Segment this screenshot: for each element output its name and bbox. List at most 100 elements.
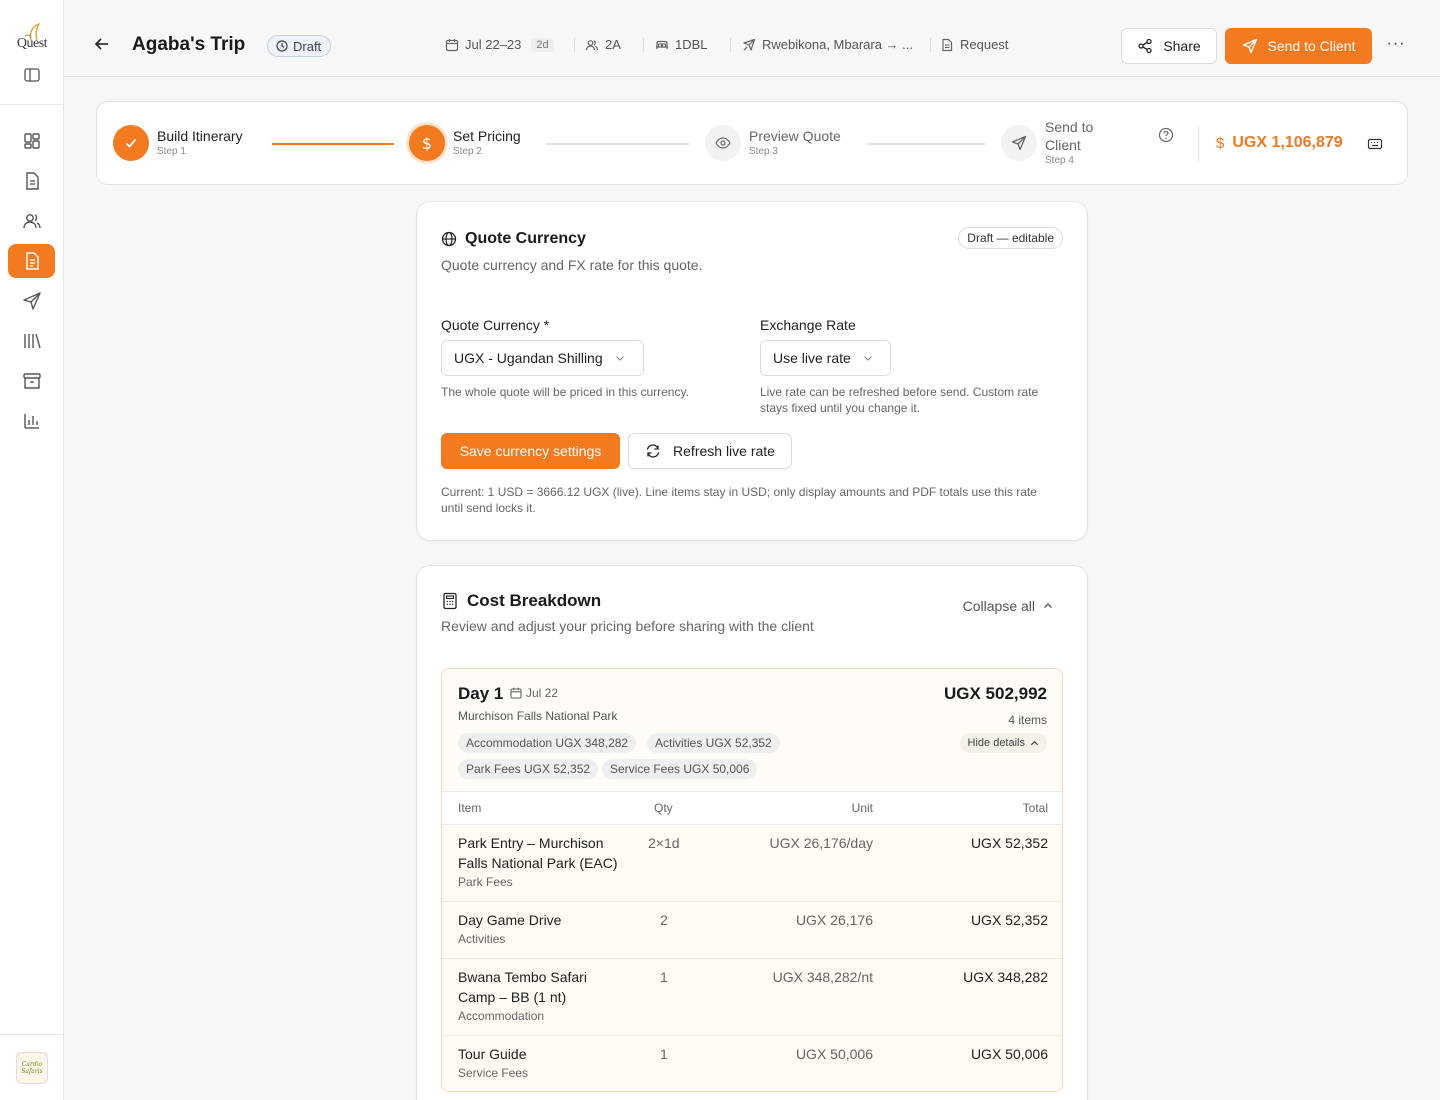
- day-location: Murchison Falls National Park: [458, 709, 618, 723]
- hide-details-button[interactable]: Hide details: [959, 733, 1047, 753]
- chevron-down-icon: [863, 356, 872, 361]
- step-1-sub: Step 1: [157, 146, 186, 157]
- quote-total: $ UGX 1,106,879: [1216, 134, 1343, 152]
- nav-quotes[interactable]: [8, 244, 55, 278]
- hide-details-label: Hide details: [967, 737, 1025, 749]
- nav-dashboard[interactable]: [8, 124, 55, 158]
- route-text: Rwebikona, Mbarara → ...: [762, 37, 914, 52]
- day-item-count: 4 items: [1008, 713, 1047, 727]
- meta-divider: [574, 38, 575, 52]
- table-row[interactable]: Bwana Tembo Safari Camp – BB (1 nt) Acco…: [442, 958, 1062, 1035]
- page-title: Agaba's Trip: [132, 34, 246, 55]
- breakdown-card-subtitle: Review and adjust your pricing before sh…: [441, 618, 814, 634]
- exchange-rate-value: Use live rate: [773, 350, 851, 366]
- status-badge: Draft: [267, 35, 332, 57]
- share-label: Share: [1163, 38, 1201, 54]
- table-row[interactable]: Tour Guide Service Fees 1 UGX 50,006 UGX…: [442, 1035, 1062, 1091]
- save-currency-button[interactable]: Save currency settings: [441, 433, 620, 469]
- quote-currency-select[interactable]: UGX - Ugandan Shilling: [441, 340, 644, 376]
- editable-badge: Draft — editable: [958, 227, 1063, 249]
- column-qty: Qty: [654, 801, 673, 815]
- duration-pill: 2d: [531, 37, 554, 52]
- quote-currency-label: Quote Currency *: [441, 317, 550, 333]
- share-icon: [1138, 38, 1152, 54]
- nav-library[interactable]: [8, 324, 55, 358]
- org-avatar[interactable]: Cardio Safaris: [16, 1052, 48, 1084]
- nav-archive[interactable]: [8, 364, 55, 398]
- quote-currency-help: The whole quote will be priced in this c…: [441, 385, 689, 399]
- table-header: Item Qty Unit Total: [442, 791, 1062, 824]
- item-unit-price: UGX 26,176/day: [769, 835, 873, 851]
- step-4-label[interactable]: Send to: [1045, 119, 1093, 135]
- step-2-circle[interactable]: $: [409, 125, 445, 161]
- keyboard-icon[interactable]: [1367, 136, 1383, 152]
- nav-send[interactable]: [8, 284, 55, 318]
- table-row[interactable]: Park Entry – Murchison Falls National Pa…: [442, 824, 1062, 901]
- check-icon: [125, 138, 137, 148]
- table-row[interactable]: Day Game Drive Activities 2 UGX 26,176 U…: [442, 901, 1062, 958]
- nav-documents[interactable]: [8, 164, 55, 198]
- step-connector: [272, 143, 394, 145]
- more-options-button[interactable]: ···: [1386, 36, 1406, 56]
- rooms-text: 1DBL: [675, 37, 708, 52]
- sidebar-divider: [0, 104, 64, 105]
- send-icon: [1242, 38, 1257, 54]
- travellers-text: 2A: [605, 37, 621, 52]
- fx-note-2: until send locks it.: [441, 501, 536, 515]
- exchange-rate-help-1: Live rate can be refreshed before send. …: [760, 385, 1039, 399]
- step-4-circle[interactable]: [1001, 125, 1037, 161]
- category-chip: Park Fees UGX 52,352: [458, 759, 599, 779]
- request-text: Request: [960, 37, 1009, 52]
- route: Rwebikona, Mbarara → ...: [742, 37, 913, 52]
- item-qty: 1: [660, 969, 668, 985]
- request-link[interactable]: Request: [940, 37, 1008, 52]
- step-1-label[interactable]: Build Itinerary: [157, 128, 243, 144]
- refresh-rate-button[interactable]: Refresh live rate: [628, 433, 792, 469]
- item-unit-price: UGX 26,176: [795, 912, 873, 928]
- sidebar-toggle-icon[interactable]: [24, 68, 40, 82]
- trip-dates: Jul 22–23 2d: [445, 37, 554, 52]
- dates-text: Jul 22–23: [465, 37, 522, 52]
- exchange-rate-label: Exchange Rate: [760, 317, 856, 333]
- send-to-client-button[interactable]: Send to Client: [1225, 28, 1372, 64]
- exchange-rate-select[interactable]: Use live rate: [760, 340, 891, 376]
- item-name: Tour Guide: [458, 1046, 527, 1062]
- share-button[interactable]: Share: [1121, 28, 1217, 64]
- column-unit: Unit: [851, 801, 873, 815]
- step-3-label[interactable]: Preview Quote: [749, 128, 841, 144]
- exchange-rate-help-2: stays fixed until you change it.: [760, 401, 921, 415]
- meta-divider: [730, 38, 731, 52]
- step-3-circle[interactable]: [705, 125, 741, 161]
- day-date-text: Jul 22: [526, 686, 559, 700]
- item-total: UGX 348,282: [963, 969, 1048, 985]
- collapse-all-button[interactable]: Collapse all: [963, 598, 1053, 614]
- step-2-label[interactable]: Set Pricing: [453, 128, 521, 144]
- category-chip: Service Fees UGX 50,006: [602, 759, 758, 779]
- nav-reports[interactable]: [8, 404, 55, 438]
- dollar-icon: $: [421, 133, 433, 153]
- logo-text: Quest: [16, 36, 48, 51]
- quest-logo[interactable]: Quest: [11, 22, 53, 54]
- category-chip: Activities UGX 52,352: [647, 733, 780, 753]
- nav-clients[interactable]: [8, 204, 55, 238]
- sidebar: Quest Cardio Safaris: [0, 0, 64, 1100]
- chevron-up-icon: [1044, 603, 1052, 608]
- column-item: Item: [458, 801, 482, 815]
- back-arrow-icon[interactable]: [94, 36, 110, 52]
- day-title: Day 1: [458, 684, 504, 703]
- refresh-icon: [646, 444, 660, 458]
- step-1-circle[interactable]: [113, 125, 149, 161]
- eye-icon: [715, 137, 731, 149]
- quote-currency-value: UGX - Ugandan Shilling: [454, 350, 603, 366]
- item-category: Park Fees: [458, 875, 513, 889]
- column-total: Total: [1022, 801, 1048, 815]
- step-4-label-2[interactable]: Client: [1045, 137, 1081, 153]
- step-2-sub: Step 2: [453, 146, 482, 157]
- meta-divider: [643, 38, 644, 52]
- clock-icon: [276, 40, 288, 52]
- chevron-up-icon: [1030, 740, 1039, 745]
- item-name-cont: Falls National Park (EAC): [458, 855, 618, 871]
- item-qty: 2×1d: [648, 835, 680, 851]
- help-icon[interactable]: [1158, 127, 1174, 143]
- item-name-cont: Camp – BB (1 nt): [458, 989, 567, 1005]
